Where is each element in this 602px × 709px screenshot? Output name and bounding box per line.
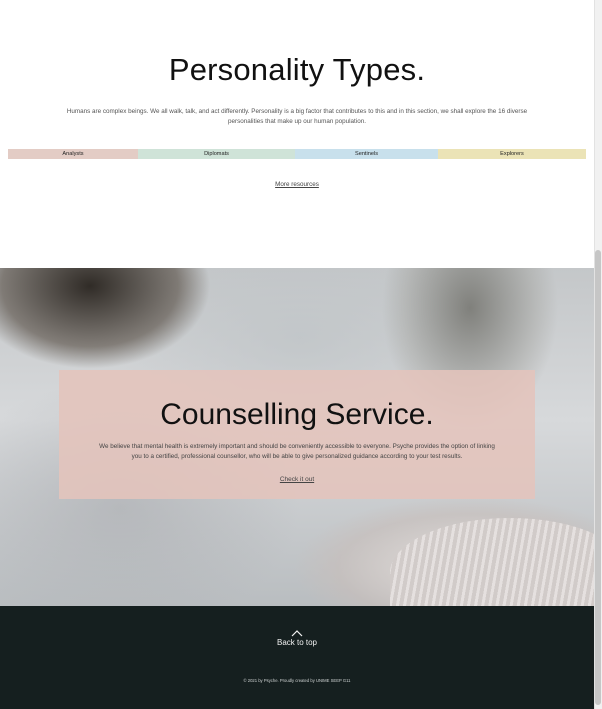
type-label: Analysts bbox=[62, 151, 84, 157]
type-explorers[interactable]: Explorers bbox=[438, 149, 586, 159]
copyright-text: © 2021 by Psyche. Proudly created by UNI… bbox=[243, 678, 351, 683]
check-it-out-link[interactable]: Check it out bbox=[59, 476, 535, 483]
page-scrollbar[interactable] bbox=[594, 0, 602, 709]
personality-title: Personality Types. bbox=[168, 52, 426, 87]
personality-type-bar: Analysts Diplomats Sentinels Explorers bbox=[8, 149, 586, 159]
back-to-top-link[interactable]: Back to top bbox=[0, 638, 594, 647]
type-label: Explorers bbox=[500, 151, 524, 157]
type-sentinels[interactable]: Sentinels bbox=[295, 149, 438, 159]
counselling-description: We believe that mental health is extreme… bbox=[99, 443, 495, 460]
counselling-section: Counselling Service. We believe that men… bbox=[0, 268, 594, 606]
counselling-title: Counselling Service. bbox=[160, 398, 434, 431]
type-diplomats[interactable]: Diplomats bbox=[138, 149, 295, 159]
page: Personality Types. Humans are complex be… bbox=[0, 0, 594, 709]
footer: Back to top © 2021 by Psyche. Proudly cr… bbox=[0, 606, 594, 709]
chevron-up-icon[interactable] bbox=[291, 629, 303, 637]
more-resources-link[interactable]: More resources bbox=[0, 181, 594, 188]
personality-description: Humans are complex beings. We all walk, … bbox=[66, 108, 528, 125]
scrollbar-thumb[interactable] bbox=[595, 250, 601, 705]
background-photo-sweater bbox=[390, 518, 594, 606]
type-analysts[interactable]: Analysts bbox=[8, 149, 138, 159]
type-label: Sentinels bbox=[354, 151, 378, 157]
counselling-card: Counselling Service. We believe that men… bbox=[59, 370, 535, 499]
type-label: Diplomats bbox=[204, 151, 229, 157]
